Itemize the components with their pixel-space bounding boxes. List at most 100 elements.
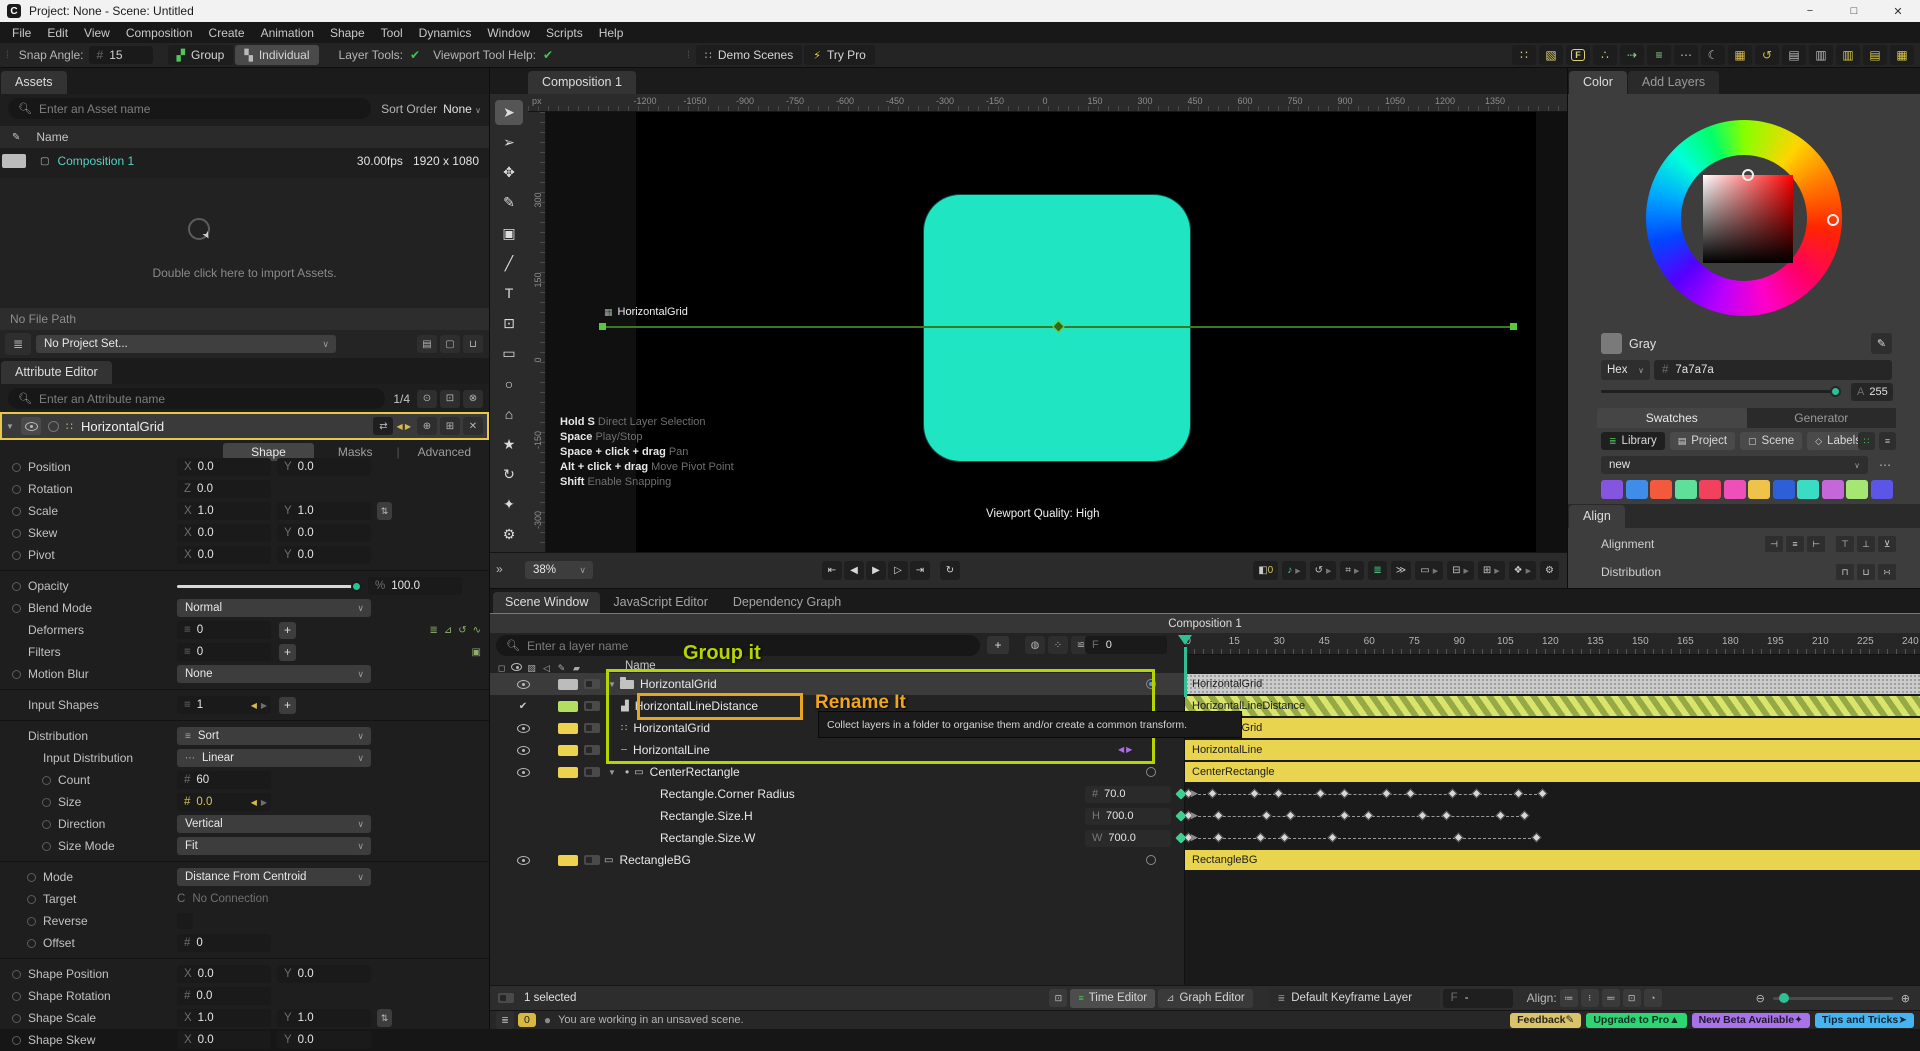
keyframe[interactable] xyxy=(1340,789,1350,799)
layer-row-rectangle-size-w[interactable]: Rectangle.Size.WW700.0▶ xyxy=(490,827,1184,849)
upgrade-pro-button[interactable]: Upgrade to Pro ▲ xyxy=(1586,1013,1686,1028)
warning-count-badge[interactable]: 0 xyxy=(518,1013,536,1027)
distribute-h-icon[interactable]: ⊓ xyxy=(1836,564,1854,580)
attr-field[interactable]: Y0.0 xyxy=(277,965,371,983)
attribute-layer-header[interactable]: ▼ ∷ HorizontalGrid ⇄ ◀ ▶ ⊕ ⊞ ✕ xyxy=(0,412,489,440)
keyframe[interactable] xyxy=(1316,789,1326,799)
line-tool[interactable]: ╱ xyxy=(495,251,523,276)
text-tool[interactable]: T xyxy=(495,281,523,306)
layer-clip-icon[interactable] xyxy=(584,723,600,733)
menu-shape[interactable]: Shape xyxy=(322,26,373,40)
frame-f-icon[interactable]: F xyxy=(1566,45,1590,65)
keyframe-caret-icon[interactable]: ▶ xyxy=(1191,788,1198,799)
visibility-eye-icon[interactable] xyxy=(21,417,41,435)
zoom-in-icon[interactable]: ⊕ xyxy=(1901,992,1910,1005)
layer-target-icon[interactable] xyxy=(1146,679,1156,689)
attr-select[interactable]: Vertical∨ xyxy=(177,815,371,833)
attr-field[interactable]: #60 xyxy=(177,771,271,789)
zoom-level-select[interactable]: 38%∨ xyxy=(525,561,593,579)
viewport-canvas[interactable]: ▦ HorizontalGrid Hold S Direct Layer Sel… xyxy=(546,112,1567,552)
layer-eye-icon[interactable] xyxy=(512,680,534,689)
attr-select[interactable]: None∨ xyxy=(177,665,371,683)
library-tab-library[interactable]: ≣Library xyxy=(1601,432,1665,450)
prev-next-icons[interactable]: ◀ ▶ xyxy=(396,422,411,431)
keyframe[interactable] xyxy=(1214,833,1224,843)
lasso-icon[interactable]: ↺ xyxy=(1755,45,1779,65)
track-bar[interactable]: RectangleBG xyxy=(1185,850,1920,870)
layer-color-chip[interactable] xyxy=(558,679,578,690)
layer-target-icon[interactable] xyxy=(1146,855,1156,865)
project-browser-icon[interactable]: ≣ xyxy=(5,333,31,355)
reveal-icon[interactable]: ▢ xyxy=(440,335,460,353)
menu-composition[interactable]: Composition xyxy=(118,26,201,40)
keyframe[interactable] xyxy=(1286,811,1296,821)
frame-bounds-toggle[interactable]: ▭▶ xyxy=(1415,561,1443,580)
attr-field[interactable]: #0 xyxy=(177,934,271,952)
feedback-button[interactable]: Feedback ✎ xyxy=(1510,1013,1581,1028)
keyframe[interactable] xyxy=(1418,811,1428,821)
keyframe[interactable] xyxy=(1364,811,1374,821)
table-icon[interactable]: ▦ xyxy=(1728,45,1752,65)
footer-align-icon[interactable]: ⊡ xyxy=(1623,989,1641,1007)
isolate-selected-icon[interactable]: ⁘ xyxy=(1048,636,1068,654)
grid-toggle[interactable]: ⌗▶ xyxy=(1340,561,1364,580)
attribute-search-input[interactable]: 🔍︎ Enter an Attribute name xyxy=(8,388,385,409)
project-select[interactable]: No Project Set...∨ xyxy=(36,335,336,353)
close-attribute-icon[interactable]: ✕ xyxy=(463,417,483,435)
camera-overlay-toggle[interactable]: ◧ 0 xyxy=(1253,561,1278,580)
layer-eye-icon[interactable] xyxy=(512,856,534,865)
align-left-icon[interactable]: ▤ xyxy=(1782,45,1806,65)
console-icon[interactable]: ≣ xyxy=(496,1011,514,1029)
ellipse-tool[interactable]: ○ xyxy=(495,371,523,396)
connections-icon[interactable]: ⇄ xyxy=(373,417,393,435)
layer-eye-icon[interactable] xyxy=(512,768,534,777)
align-top-icon[interactable]: ⊤ xyxy=(1836,536,1854,552)
footer-align-icon[interactable]: ⁝ xyxy=(1581,989,1599,1007)
color-swatch[interactable] xyxy=(1675,480,1697,499)
clip-icon[interactable]: ▰ xyxy=(569,663,584,674)
timeline-tracks[interactable]: HorizontalGridHorizontalLineDistance Hori… xyxy=(1185,633,1920,985)
layer-clip-icon[interactable] xyxy=(584,745,600,755)
layer-clip-icon[interactable] xyxy=(584,855,600,865)
layer-target-icon[interactable] xyxy=(1146,767,1156,777)
open-folder-icon[interactable]: ▤ xyxy=(417,335,437,353)
keyframe[interactable] xyxy=(1496,811,1506,821)
tab-dependency-graph[interactable]: Dependency Graph xyxy=(721,592,853,613)
expand-tools-icon[interactable]: » xyxy=(496,562,503,576)
alpha-slider[interactable] xyxy=(1601,390,1839,393)
track-bar[interactable]: HorizontalGrid xyxy=(1185,674,1920,694)
collapse-chevron-icon[interactable]: ▼ xyxy=(2,422,18,431)
attr-select[interactable]: ≡Sort∨ xyxy=(177,727,371,745)
layer-row-rectanglebg[interactable]: ▭RectangleBG xyxy=(490,849,1184,871)
keyframe[interactable] xyxy=(1472,789,1482,799)
distribute-v-icon[interactable]: ⊔ xyxy=(1857,564,1875,580)
attr-field[interactable]: X0.0 xyxy=(177,1031,271,1049)
keyframe[interactable] xyxy=(1532,833,1542,843)
keyframe[interactable] xyxy=(1454,833,1464,843)
keyframe-layer-select[interactable]: ≣ Default Keyframe Layer xyxy=(1270,989,1440,1008)
keyframe[interactable] xyxy=(1448,789,1458,799)
attr-field[interactable]: Y0.0 xyxy=(277,546,371,564)
layer-eye-icon[interactable] xyxy=(512,746,534,755)
color-swatch[interactable] xyxy=(1650,480,1672,499)
pen-tool[interactable]: ✎ xyxy=(495,190,523,215)
keyframe-caret-icon[interactable]: ▶ xyxy=(1191,832,1198,843)
asset-search-input[interactable]: 🔍︎ Enter an Asset name xyxy=(8,98,371,119)
attr-field[interactable]: #0.0◀▶ xyxy=(177,793,271,811)
keyframe[interactable] xyxy=(1274,789,1284,799)
add-layer-button[interactable]: + xyxy=(987,636,1009,654)
next-frame-button[interactable]: ▷ xyxy=(888,561,908,580)
attr-field[interactable]: ≡0 xyxy=(177,643,271,661)
grid-dots-icon[interactable]: ∷ xyxy=(1512,45,1536,65)
layer-clip-icon[interactable] xyxy=(584,701,600,711)
popout-icon[interactable]: ⊞ xyxy=(440,417,460,435)
group-button[interactable]: ▞ Group xyxy=(168,45,234,65)
align-bottom-icon[interactable]: ⊻ xyxy=(1878,536,1896,552)
close-button[interactable]: ✕ xyxy=(1876,0,1920,22)
tab-scene-window[interactable]: Scene Window xyxy=(493,592,600,613)
track-bar[interactable]: HorizontalLine xyxy=(1185,740,1920,760)
track-bar[interactable]: HorizontalLineDistance xyxy=(1185,696,1920,716)
keyframe[interactable] xyxy=(1214,811,1224,821)
tab-color[interactable]: Color xyxy=(1569,71,1627,94)
menu-scripts[interactable]: Scripts xyxy=(538,26,591,40)
